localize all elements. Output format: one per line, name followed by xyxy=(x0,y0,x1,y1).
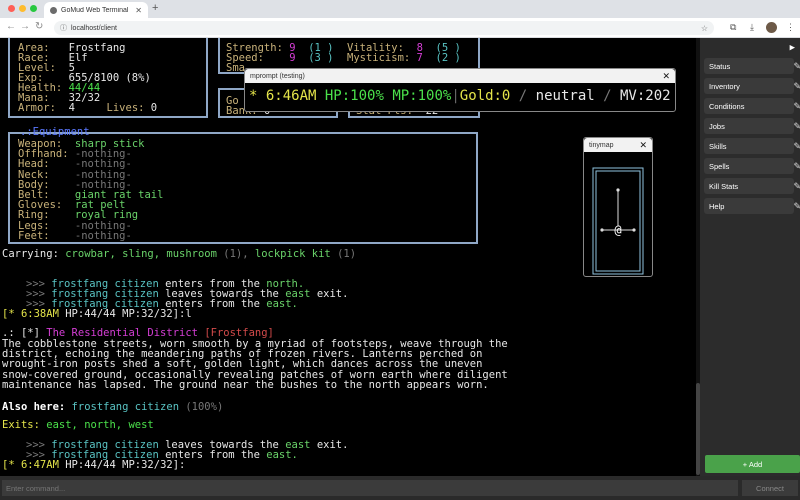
forward-icon[interactable]: → xyxy=(20,21,30,32)
sidebar-item-jobs[interactable]: Jobs ✎ xyxy=(704,118,800,134)
map-player-marker: @ xyxy=(614,223,621,237)
tinymap-window[interactable]: tinymap ✕ @ xyxy=(583,137,653,277)
exits-line: Exits: east, north, west xyxy=(2,419,154,431)
connect-button[interactable]: Connect xyxy=(742,480,798,496)
site-info-icon[interactable]: ⓘ xyxy=(60,23,67,33)
sidebar-item-label: Help xyxy=(709,201,725,211)
edit-pencil-icon[interactable]: ✎ xyxy=(793,201,800,212)
carrying-line: Carrying: crowbar, sling, mushroom (1), … xyxy=(2,248,357,260)
sidebar-item-label: Conditions xyxy=(709,101,745,111)
favicon-icon xyxy=(50,6,57,14)
maximize-window-button[interactable] xyxy=(30,5,37,12)
browser-tab[interactable]: GoMud Web Terminal ✕ xyxy=(44,2,148,18)
address-bar[interactable]: ⓘ localhost/client ☆ xyxy=(54,21,714,35)
window-controls xyxy=(8,5,37,12)
reload-icon[interactable]: ↻ xyxy=(35,21,43,32)
edit-pencil-icon[interactable]: ✎ xyxy=(793,161,800,172)
profile-avatar[interactable] xyxy=(766,22,777,33)
prompt-line: [* 6:38AM HP:44/44 MP:32/32]:l xyxy=(2,308,192,320)
stat-armor: Armor: 4 Lives: 0 xyxy=(18,102,158,114)
browser-toolbar: ← → ↻ ⓘ localhost/client ☆ ⧉ ⤓ ⋮ xyxy=(0,18,800,38)
sidebar-item-status[interactable]: Status ✎ xyxy=(704,58,800,74)
sidebar-item-inventory[interactable]: Inventory ✎ xyxy=(704,78,800,94)
equipment-header: .:Equipment xyxy=(20,126,90,138)
sidebar-item-kill-stats[interactable]: Kill Stats ✎ xyxy=(704,178,800,194)
edit-pencil-icon[interactable]: ✎ xyxy=(793,101,800,112)
back-icon[interactable]: ← xyxy=(6,21,16,32)
map-room-north xyxy=(616,188,620,192)
sidebar: ▶ Status ✎ Inventory ✎ Conditions ✎ Jobs ✎ Skill… xyxy=(700,38,800,476)
command-input[interactable] xyxy=(2,480,738,496)
command-bar: Connect xyxy=(0,476,800,500)
attr-mysticism: Mysticism: 7 (2 ) xyxy=(347,52,461,64)
mprompt-titlebar[interactable]: mprompt (testing) ✕ xyxy=(245,69,675,83)
also-here-line: Also here: frostfang citizen (100%) xyxy=(2,401,224,413)
menu-kebab-icon[interactable]: ⋮ xyxy=(786,22,795,33)
tinymap-canvas: @ xyxy=(592,167,644,275)
play-icon[interactable]: ▶ xyxy=(790,43,795,53)
equipment-slot: Feet: -nothing- xyxy=(18,229,132,242)
sidebar-item-conditions[interactable]: Conditions ✎ xyxy=(704,98,800,114)
tinymap-close-icon[interactable]: ✕ xyxy=(639,140,647,151)
bookmark-star-icon[interactable]: ☆ xyxy=(701,24,708,33)
attr-sm-fragment: Sma xyxy=(226,62,245,74)
download-icon[interactable]: ⤓ xyxy=(750,22,754,33)
sidebar-item-help[interactable]: Help ✎ xyxy=(704,198,800,214)
edit-pencil-icon[interactable]: ✎ xyxy=(793,81,800,92)
minimize-window-button[interactable] xyxy=(19,5,26,12)
sidebar-item-spells[interactable]: Spells ✎ xyxy=(704,158,800,174)
map-room-east xyxy=(632,228,636,232)
tab-title: GoMud Web Terminal xyxy=(61,6,129,14)
browser-tab-bar: GoMud Web Terminal ✕ + xyxy=(0,0,800,18)
sidebar-item-skills[interactable]: Skills ✎ xyxy=(704,138,800,154)
sidebar-item-label: Skills xyxy=(709,141,727,151)
sidebar-list: Status ✎ Inventory ✎ Conditions ✎ Jobs ✎ Skills ✎… xyxy=(700,58,800,214)
close-window-button[interactable] xyxy=(8,5,15,12)
sidebar-item-label: Inventory xyxy=(709,81,740,91)
tinymap-titlebar[interactable]: tinymap ✕ xyxy=(584,138,652,152)
add-panel-button[interactable]: + Add xyxy=(705,455,800,473)
mprompt-title: mprompt (testing) xyxy=(250,72,305,80)
sidebar-toggle[interactable]: ▶ xyxy=(700,38,800,58)
new-tab-button[interactable]: + xyxy=(152,2,158,14)
sidebar-item-label: Spells xyxy=(709,161,730,171)
edit-pencil-icon[interactable]: ✎ xyxy=(793,61,800,72)
mprompt-content: * 6:46AM HP:100% MP:100%|Gold:0 / neutra… xyxy=(249,88,671,104)
mprompt-window[interactable]: mprompt (testing) ✕ * 6:46AM HP:100% MP:… xyxy=(244,68,676,112)
edit-pencil-icon[interactable]: ✎ xyxy=(793,181,800,192)
sidebar-item-label: Jobs xyxy=(709,121,725,131)
mprompt-close-icon[interactable]: ✕ xyxy=(662,71,670,82)
sidebar-item-label: Kill Stats xyxy=(709,181,739,191)
extensions-icon[interactable]: ⧉ xyxy=(730,22,736,33)
room-description-line: maintenance has lapsed. The ground near … xyxy=(2,378,489,391)
prompt-line: [* 6:47AM HP:44/44 MP:32/32]: xyxy=(2,459,186,471)
room-title: .: [*] The Residential District [Frostfa… xyxy=(2,327,274,339)
tinymap-title: tinymap xyxy=(589,141,614,149)
tab-close-icon[interactable]: ✕ xyxy=(135,6,142,15)
sidebar-item-label: Status xyxy=(709,61,731,71)
edit-pencil-icon[interactable]: ✎ xyxy=(793,121,800,132)
url-text: localhost/client xyxy=(71,24,117,32)
map-room-west xyxy=(600,228,604,232)
edit-pencil-icon[interactable]: ✎ xyxy=(793,141,800,152)
